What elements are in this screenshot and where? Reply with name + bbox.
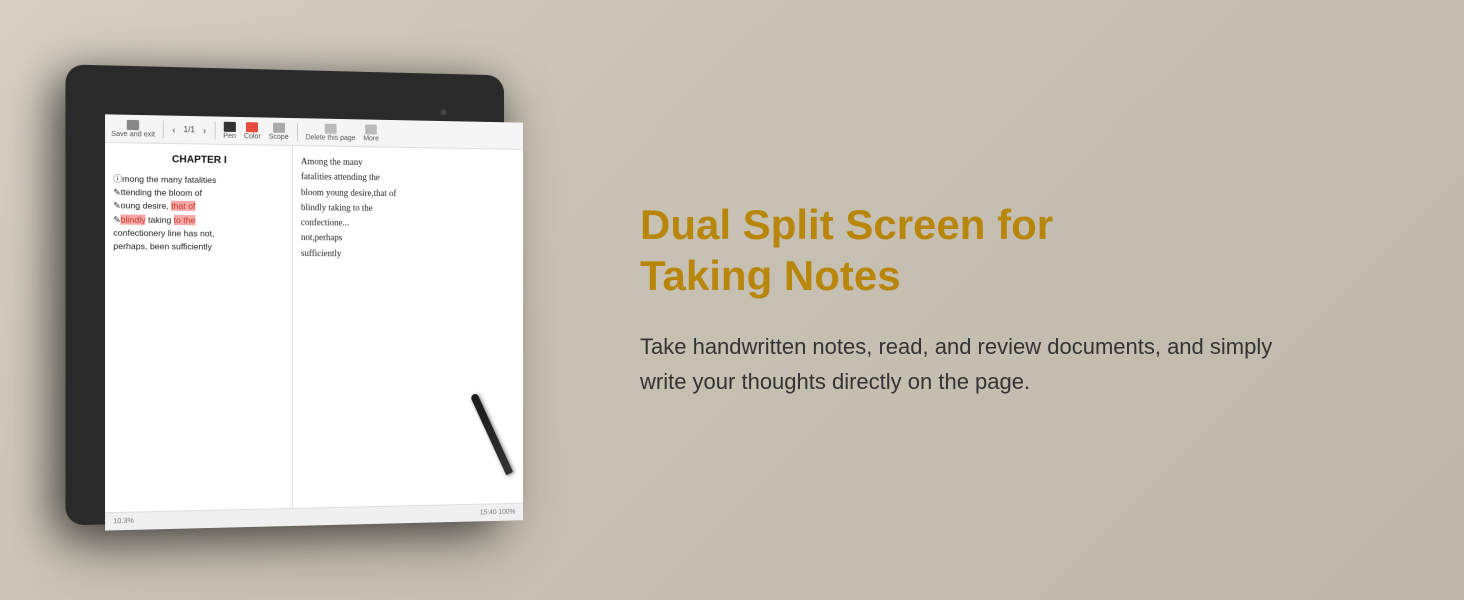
save-icon xyxy=(127,119,139,129)
screen-content: CHAPTER I ⓘmong the many fatalities ✎tte… xyxy=(105,143,523,512)
chapter-title: CHAPTER I xyxy=(113,153,284,167)
tablet-wrapper: Save and exit ‹ 1/1 › Pen Color xyxy=(34,33,532,568)
save-exit-btn[interactable]: Save and exit xyxy=(111,119,155,138)
highlight-blindly: blindly xyxy=(121,214,146,224)
tablet-camera xyxy=(441,109,447,115)
more-icon xyxy=(365,124,377,134)
toolbar-separator-2 xyxy=(214,121,215,139)
pen-label: Pen xyxy=(223,132,236,139)
prev-page-btn[interactable]: ‹ xyxy=(172,124,175,134)
feature-title: Dual Split Screen for Taking Notes xyxy=(640,200,1384,301)
toolbar-separator-3 xyxy=(297,123,298,141)
save-exit-label: Save and exit xyxy=(111,130,155,138)
handwriting-text: Among the many fatalities attending the … xyxy=(301,154,515,262)
tablet-screen: Save and exit ‹ 1/1 › Pen Color xyxy=(105,114,523,530)
more-label: More xyxy=(363,135,379,142)
highlight-to-the: to the xyxy=(174,214,196,224)
highlight-that-of: that of xyxy=(171,201,195,211)
text-line-6: perhaps, been sufficiently xyxy=(113,241,212,252)
time-battery: 15:40 100% xyxy=(480,509,516,517)
zoom-level: 10.3% xyxy=(113,518,134,526)
text-line-2: ttending the bloom of xyxy=(121,187,202,198)
delete-btn[interactable]: Delete this page xyxy=(306,123,356,142)
tablet-body: Save and exit ‹ 1/1 › Pen Color xyxy=(65,64,504,525)
text-taking: taking xyxy=(148,214,171,224)
color-label: Color xyxy=(244,133,261,140)
handwriting-panel: Among the many fatalities attending the … xyxy=(293,146,523,508)
delete-icon xyxy=(325,123,337,133)
scope-icon xyxy=(273,122,285,132)
stylus-pen xyxy=(470,393,513,476)
delete-label: Delete this page xyxy=(306,134,356,142)
scope-label: Scope xyxy=(269,133,289,140)
color-btn[interactable]: Color xyxy=(244,122,261,140)
color-icon xyxy=(246,122,258,132)
text-line-3: oung desire, that of xyxy=(121,201,196,212)
reading-panel: CHAPTER I ⓘmong the many fatalities ✎tte… xyxy=(105,143,293,512)
more-btn[interactable]: More xyxy=(363,124,379,142)
toolbar-separator xyxy=(163,120,164,138)
book-text: ⓘmong the many fatalities ✎ttending the … xyxy=(113,173,284,254)
pen-btn[interactable]: Pen xyxy=(223,121,236,139)
page-indicator: 1/1 xyxy=(184,125,195,134)
text-line-1: mong the many fatalities xyxy=(122,174,216,185)
right-section: Dual Split Screen for Taking Notes Take … xyxy=(580,140,1464,459)
feature-title-line1: Dual Split Screen for xyxy=(640,201,1053,248)
feature-title-line2: Taking Notes xyxy=(640,252,901,299)
text-line-5: confectionery line has not, xyxy=(113,227,214,238)
text-char: ⓘ xyxy=(113,174,122,184)
left-section: Save and exit ‹ 1/1 › Pen Color xyxy=(0,0,580,600)
feature-description: Take handwritten notes, read, and review… xyxy=(640,329,1320,399)
pen-icon xyxy=(224,121,236,131)
next-page-btn[interactable]: › xyxy=(203,125,206,135)
scope-btn[interactable]: Scope xyxy=(269,122,289,140)
